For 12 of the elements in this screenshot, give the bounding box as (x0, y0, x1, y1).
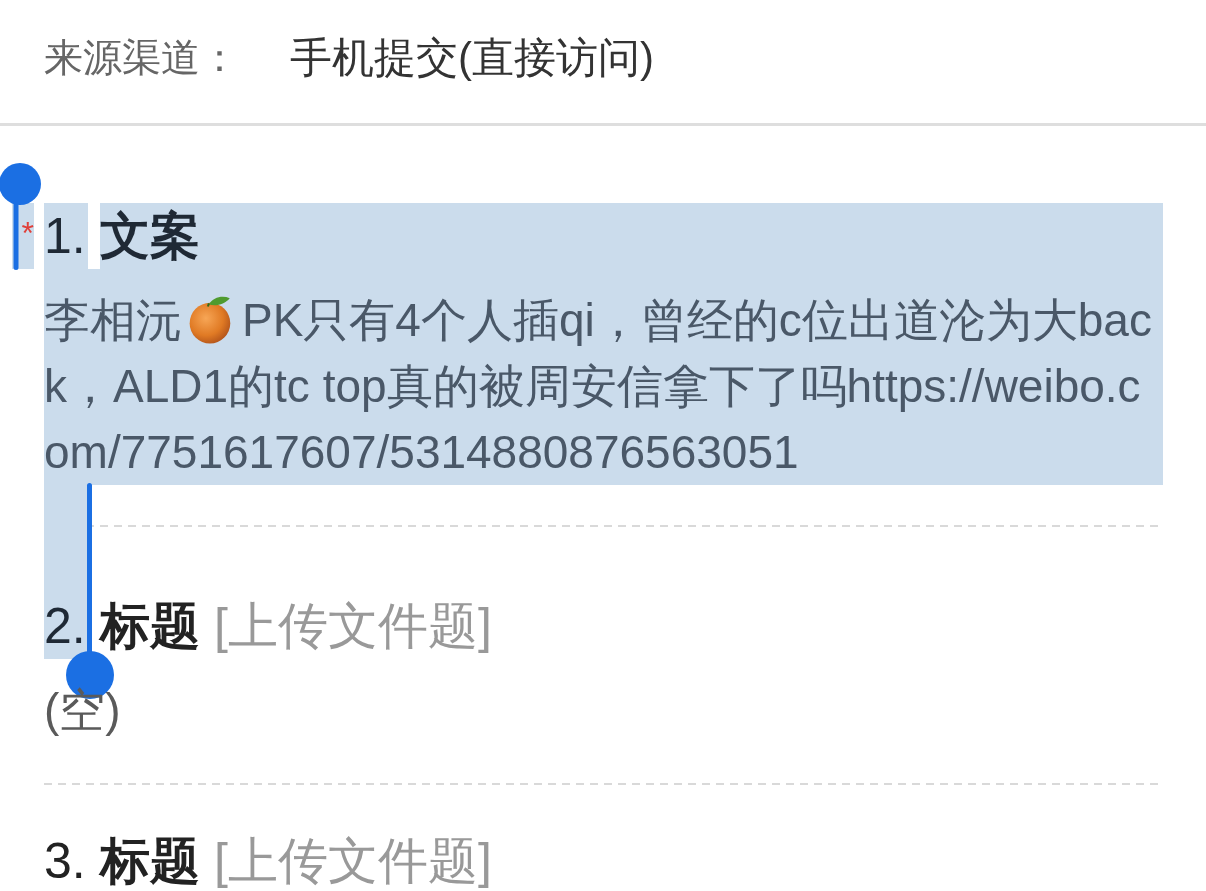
question-number: 3. (44, 836, 87, 886)
question-title: 标题 (100, 601, 200, 651)
question-title: 文案 (100, 203, 1163, 269)
field-label: 来源渠道： (44, 35, 240, 81)
answer-text: (空) (44, 683, 121, 738)
answer-text: 李相沅 PK只有4个人插qi，曾经的c位出道沦为大back，ALD1的tc top真的被周安信拿下了吗https://weibo.com/7751617607/5314880876563051 (44, 293, 1153, 480)
question-number: 1. (44, 203, 88, 269)
question-type-tag: [上传文件题] (214, 601, 492, 651)
question-type-tag: [上传文件题] (214, 836, 492, 886)
question-title: 标题 (100, 836, 200, 886)
selection-start-handle[interactable] (0, 162, 42, 272)
field-value: 手机提交(直接访问) (290, 33, 654, 83)
